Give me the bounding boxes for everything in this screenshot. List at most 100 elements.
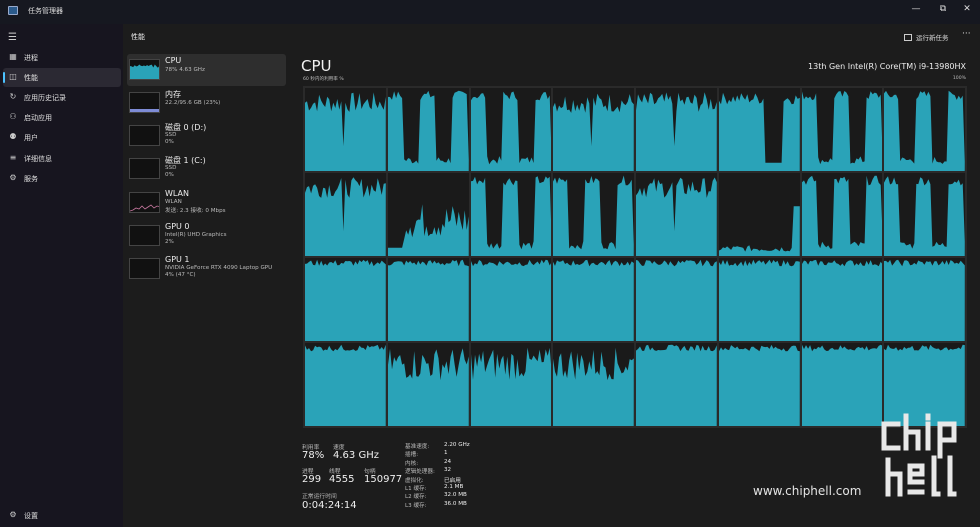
core-usage-area — [305, 259, 386, 341]
uptime-value: 0:04:24:14 — [302, 500, 357, 511]
hamburger-icon[interactable]: ☰ — [8, 32, 17, 43]
minimize-button[interactable]: — — [905, 2, 927, 16]
spec-value: 1 — [444, 450, 448, 457]
sidebar-item-services[interactable]: ⚙ 服务 — [3, 169, 121, 188]
core-usage-area — [884, 90, 965, 171]
spec-value: 36.0 MB — [444, 500, 467, 507]
page-title: 性能 — [131, 33, 145, 41]
core-graph — [305, 88, 386, 171]
device-detail: WLAN — [165, 199, 182, 205]
core-usage-area — [553, 259, 634, 341]
core-graph — [718, 343, 800, 426]
core-graph — [553, 343, 634, 426]
chiphell-logo — [881, 413, 957, 497]
device-item-gpu-0[interactable]: GPU 0 Intel(R) UHD Graphics 2% — [127, 220, 286, 252]
core-graph — [884, 173, 965, 256]
device-name: 内存 — [165, 90, 181, 99]
device-detail: Intel(R) UHD Graphics — [165, 232, 227, 238]
spec-label: 逻辑处理器: — [405, 469, 435, 476]
core-usage-area — [884, 176, 965, 256]
device-thumbnail — [129, 125, 160, 146]
core-graph — [636, 88, 717, 171]
core-usage-area — [718, 206, 800, 256]
spec-label: L2 缓存: — [405, 494, 427, 501]
processes-icon: ▦ — [9, 52, 17, 61]
device-item-wlan[interactable]: WLAN WLAN 发送: 2.3 接收: 0 Mbps — [127, 187, 286, 219]
close-button[interactable]: ✕ — [956, 2, 978, 16]
core-usage-area — [636, 259, 717, 341]
core-usage-area — [718, 92, 800, 171]
device-item-disk-1[interactable]: 磁盘 1 (C:) SSD 0% — [127, 153, 286, 185]
device-item-disk-0[interactable]: 磁盘 0 (D:) SSD 0% — [127, 120, 286, 152]
device-detail: 4% (47 °C) — [165, 272, 196, 278]
maximize-button[interactable]: ⧉ — [932, 2, 954, 16]
cpu-model-name: 13th Gen Intel(R) Core(TM) i9-13980HX — [808, 62, 966, 71]
device-detail: 78% 4.63 GHz — [165, 67, 205, 73]
sidebar-item-app-history[interactable]: ↻ 应用历史记录 — [3, 88, 121, 107]
core-graph — [636, 173, 717, 256]
spec-label: 插槽: — [405, 452, 419, 459]
core-graph — [553, 88, 634, 171]
core-usage-area — [387, 90, 469, 171]
spec-value: 2.20 GHz — [444, 442, 470, 448]
device-thumbnail — [129, 225, 160, 246]
logical-processor-graphs[interactable] — [303, 86, 967, 428]
sidebar-item-users[interactable]: ⚉ 用户 — [3, 128, 121, 147]
sidebar-item-label: 用户 — [24, 134, 38, 142]
run-new-task-button[interactable]: 运行新任务 — [904, 32, 949, 42]
core-graph — [470, 258, 552, 341]
core-usage-area — [305, 344, 386, 426]
device-item-memory[interactable]: 内存 22.2/95.6 GB (23%) — [127, 87, 286, 119]
core-usage-area — [718, 259, 800, 341]
core-graph — [387, 173, 469, 256]
core-usage-area — [387, 259, 469, 341]
core-graph — [305, 173, 386, 256]
watermark-site: www.chiphell.com — [753, 484, 862, 498]
sidebar-item-performance[interactable]: ◫ 性能 — [3, 68, 121, 87]
device-thumbnail — [129, 158, 160, 179]
sidebar-item-startup[interactable]: ⚇ 启动应用 — [3, 108, 121, 127]
graph-caption: 60 秒内的利用率 % — [303, 77, 344, 82]
core-graph — [801, 343, 883, 426]
window-title: 任务管理器 — [28, 7, 63, 15]
core-usage-area — [470, 176, 552, 256]
sidebar-item-label: 进程 — [24, 54, 38, 62]
core-graph — [801, 173, 883, 256]
spec-label: L1 缓存: — [405, 486, 427, 492]
utilization-value: 78% — [302, 450, 325, 461]
spec-value: 2.1 MB — [444, 484, 464, 490]
main-panel: 性能 运行新任务 ··· CPU 78% 4.63 GHz 内存 22.2/95… — [123, 24, 980, 527]
settings-icon: ⚙ — [9, 510, 17, 519]
sidebar-item-processes[interactable]: ▦ 进程 — [3, 48, 121, 67]
performance-icon: ◫ — [9, 72, 17, 81]
sidebar-item-label: 启动应用 — [24, 114, 52, 122]
spec-label: 虚拟化: — [405, 477, 424, 484]
core-usage-area — [884, 259, 965, 341]
core-graph — [636, 258, 717, 341]
core-usage-area — [387, 348, 469, 426]
run-task-icon — [904, 34, 912, 41]
core-usage-area — [636, 344, 717, 426]
core-usage-area — [801, 259, 883, 341]
sidebar-item-details[interactable]: ≡ 详细信息 — [3, 149, 121, 168]
device-thumbnail — [129, 59, 160, 80]
core-graph — [553, 173, 634, 256]
core-usage-area — [553, 347, 634, 426]
core-graph — [718, 258, 800, 341]
sidebar-item-label: 服务 — [24, 175, 38, 183]
device-detail: SSD — [165, 132, 177, 138]
sidebar: ☰ ▦ 进程 ◫ 性能 ↻ 应用历史记录 ⚇ 启动应用 ⚉ 用户 ≡ 详细信息 … — [0, 24, 123, 527]
core-graph — [718, 173, 800, 256]
device-item-gpu-1[interactable]: GPU 1 NVIDIA GeForce RTX 4090 Laptop GPU… — [127, 253, 286, 285]
sidebar-item-settings[interactable]: ⚙ 设置 — [3, 506, 121, 525]
core-graph — [305, 343, 386, 426]
more-options-button[interactable]: ··· — [962, 29, 971, 39]
graph-max-label: 100% — [952, 76, 966, 81]
core-usage-area — [387, 204, 469, 256]
core-graph — [387, 88, 469, 171]
device-item-cpu[interactable]: CPU 78% 4.63 GHz — [127, 54, 286, 86]
spec-label: 内核: — [405, 460, 419, 467]
device-detail: 0% — [165, 139, 174, 145]
handles-value: 150977 — [364, 474, 403, 485]
core-graph — [884, 258, 965, 341]
